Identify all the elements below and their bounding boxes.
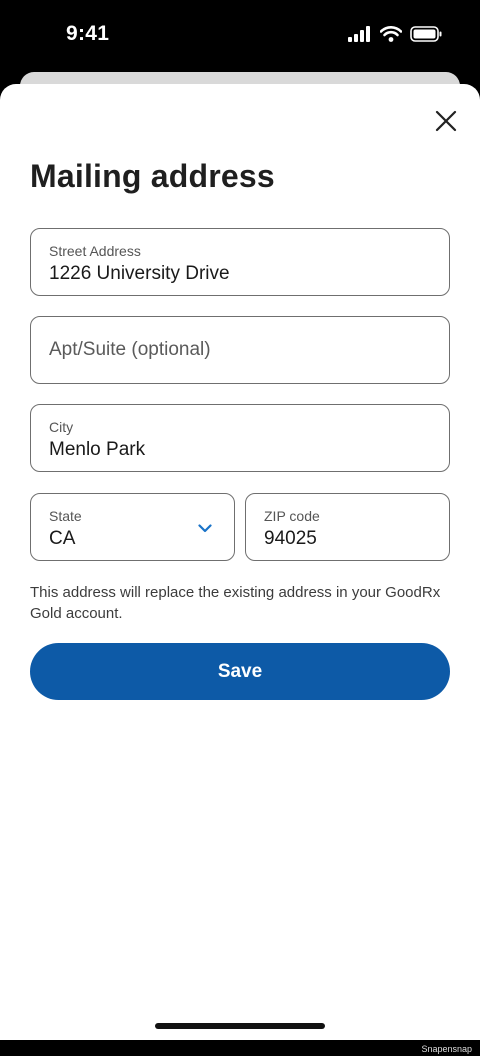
zip-code-field[interactable]: ZIP code 94025 xyxy=(245,493,450,561)
home-indicator xyxy=(155,1023,325,1029)
street-address-label: Street Address xyxy=(49,243,141,259)
street-address-value: 1226 University Drive xyxy=(49,263,230,284)
status-bar: 9:41 xyxy=(0,0,480,72)
watermark-text: Snapensnap xyxy=(421,1044,472,1054)
page-title: Mailing address xyxy=(30,158,275,194)
state-value: CA xyxy=(49,528,76,549)
apt-suite-field[interactable]: Apt/Suite (optional) xyxy=(30,316,450,384)
city-label: City xyxy=(49,419,74,435)
status-time: 9:41 xyxy=(66,22,110,45)
zip-code-label: ZIP code xyxy=(264,508,320,524)
mailing-address-sheet: Mailing address Street Address 1226 Univ… xyxy=(0,84,480,1040)
signal-icon xyxy=(348,26,372,47)
apt-suite-placeholder: Apt/Suite (optional) xyxy=(49,339,211,360)
close-icon xyxy=(435,110,457,137)
save-button[interactable]: Save xyxy=(30,643,450,700)
battery-icon xyxy=(410,26,442,47)
street-address-field[interactable]: Street Address 1226 University Drive xyxy=(30,228,450,296)
state-select[interactable]: State CA xyxy=(30,493,235,561)
city-value: Menlo Park xyxy=(49,439,146,460)
phone-screen: 9:41 Mailing address Street Address 1226… xyxy=(0,0,480,1056)
wifi-icon xyxy=(379,26,403,47)
city-field[interactable]: City Menlo Park xyxy=(30,404,450,472)
address-disclaimer: This address will replace the existing a… xyxy=(30,584,441,622)
status-icons xyxy=(348,26,442,47)
close-button[interactable] xyxy=(428,105,464,141)
chevron-down-icon xyxy=(198,520,212,538)
zip-code-value: 94025 xyxy=(264,528,317,549)
state-label: State xyxy=(49,508,82,524)
